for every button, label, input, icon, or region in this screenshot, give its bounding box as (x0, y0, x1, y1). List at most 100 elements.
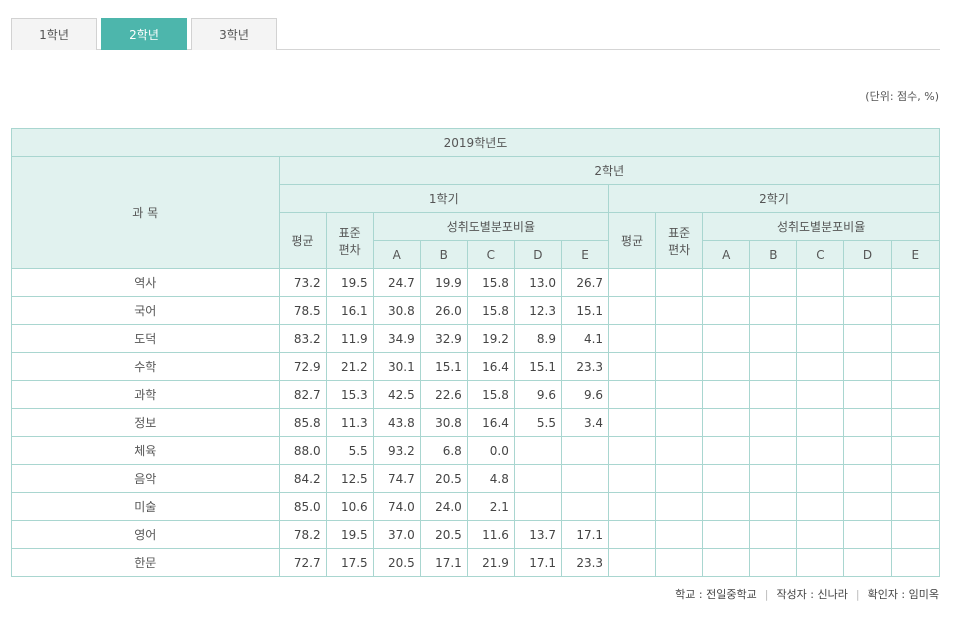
table-row: 도덕 83.2 11.9 34.9 32.9 19.2 8.9 4.1 (11, 324, 941, 353)
s2-value-cell (702, 296, 751, 325)
s2-value-cell (702, 324, 751, 353)
s2-value-cell (843, 464, 892, 493)
s1-value-cell: 11.9 (325, 324, 374, 353)
s2-value-cell (702, 268, 751, 297)
s2-value-cell (608, 436, 657, 465)
s1-value-cell (513, 492, 562, 521)
s1-value-cell: 20.5 (419, 464, 468, 493)
table-row: 수학 72.9 21.2 30.1 15.1 16.4 15.1 23.3 (11, 352, 941, 381)
table-row: 미술 85.0 10.6 74.0 24.0 2.1 (11, 492, 941, 521)
s2-value-cell (655, 436, 704, 465)
s1-value-cell: 15.8 (466, 380, 515, 409)
s2-value-cell (608, 464, 657, 493)
s2-value-cell (843, 268, 892, 297)
s1-value-cell: 13.0 (513, 268, 562, 297)
s1-value-cell: 10.6 (325, 492, 374, 521)
s1-value-cell: 15.1 (513, 352, 562, 381)
s1-value-cell (513, 436, 562, 465)
s1-std-line1: 표준 (338, 225, 361, 240)
s2-value-cell (749, 548, 798, 577)
s2-value-cell (890, 408, 941, 437)
s2-value-cell (702, 408, 751, 437)
s1-value-cell: 4.8 (466, 464, 515, 493)
s1-value-cell: 78.2 (278, 520, 327, 549)
s1-value-cell: 17.1 (419, 548, 468, 577)
s1-value-cell: 8.9 (513, 324, 562, 353)
subject-cell: 영어 (11, 520, 280, 549)
s2-value-cell (796, 352, 845, 381)
s2-value-cell (890, 352, 941, 381)
s1-value-cell: 72.9 (278, 352, 327, 381)
s1-dist-header: 성취도별분포비율 (372, 212, 610, 241)
s1-value-cell: 19.2 (466, 324, 515, 353)
s2-value-cell (843, 408, 892, 437)
subject-cell: 체육 (11, 436, 280, 465)
s2-value-cell (608, 492, 657, 521)
s2-value-cell (796, 520, 845, 549)
s2-value-cell (655, 548, 704, 577)
s1-value-cell: 42.5 (372, 380, 421, 409)
s2-value-cell (843, 548, 892, 577)
s2-value-cell (749, 352, 798, 381)
s2-value-cell (608, 548, 657, 577)
s2-value-cell (796, 268, 845, 297)
s1-value-cell: 15.8 (466, 296, 515, 325)
table-row: 음악 84.2 12.5 74.7 20.5 4.8 (11, 464, 941, 493)
tab-grade-3[interactable]: 3학년 (191, 18, 277, 50)
s1-value-cell: 20.5 (419, 520, 468, 549)
s2-value-cell (890, 380, 941, 409)
s2-value-cell (749, 324, 798, 353)
table-row: 영어 78.2 19.5 37.0 20.5 11.6 13.7 17.1 (11, 520, 941, 549)
semester-1-header: 1학기 (278, 184, 610, 213)
s2-std-header: 표준 편차 (655, 212, 704, 269)
s2-level-d: D (843, 240, 892, 269)
s2-value-cell (749, 380, 798, 409)
subject-cell: 미술 (11, 492, 280, 521)
s2-avg-header: 평균 (608, 212, 657, 269)
s1-value-cell: 0.0 (466, 436, 515, 465)
tab-grade-1[interactable]: 1학년 (11, 18, 97, 50)
s1-value-cell: 32.9 (419, 324, 468, 353)
s1-value-cell: 9.6 (513, 380, 562, 409)
s2-value-cell (890, 436, 941, 465)
s2-value-cell (608, 296, 657, 325)
s1-value-cell: 5.5 (513, 408, 562, 437)
s1-value-cell: 6.8 (419, 436, 468, 465)
s1-value-cell: 30.8 (372, 296, 421, 325)
s1-value-cell: 21.9 (466, 548, 515, 577)
s1-std-header: 표준 편차 (325, 212, 374, 269)
s2-value-cell (608, 324, 657, 353)
s2-value-cell (843, 492, 892, 521)
table-row: 국어 78.5 16.1 30.8 26.0 15.8 12.3 15.1 (11, 296, 941, 325)
s2-value-cell (749, 492, 798, 521)
s2-value-cell (702, 464, 751, 493)
s1-value-cell: 43.8 (372, 408, 421, 437)
s1-value-cell: 23.3 (560, 548, 610, 577)
s2-value-cell (843, 520, 892, 549)
s2-value-cell (890, 324, 941, 353)
table-row: 역사 73.2 19.5 24.7 19.9 15.8 13.0 26.7 (11, 268, 941, 297)
grade-header: 2학년 (278, 156, 940, 185)
s2-value-cell (749, 436, 798, 465)
s1-value-cell: 24.0 (419, 492, 468, 521)
s2-std-line2: 편차 (668, 242, 691, 257)
s1-value-cell: 19.5 (325, 268, 374, 297)
s1-value-cell: 17.1 (513, 548, 562, 577)
subject-cell: 역사 (11, 268, 280, 297)
s2-value-cell (655, 296, 704, 325)
s1-value-cell: 4.1 (560, 324, 610, 353)
s2-value-cell (749, 268, 798, 297)
s2-value-cell (796, 408, 845, 437)
s1-value-cell: 74.0 (372, 492, 421, 521)
grade-tabs: 1학년 2학년 3학년 (11, 18, 940, 50)
s1-value-cell: 16.4 (466, 408, 515, 437)
s2-value-cell (796, 548, 845, 577)
tab-grade-2[interactable]: 2학년 (101, 18, 187, 50)
s2-value-cell (890, 548, 941, 577)
s2-value-cell (655, 380, 704, 409)
s1-value-cell: 22.6 (419, 380, 468, 409)
s1-value-cell: 21.2 (325, 352, 374, 381)
subject-cell: 도덕 (11, 324, 280, 353)
s1-level-d: D (513, 240, 562, 269)
year-header: 2019학년도 (11, 128, 940, 157)
